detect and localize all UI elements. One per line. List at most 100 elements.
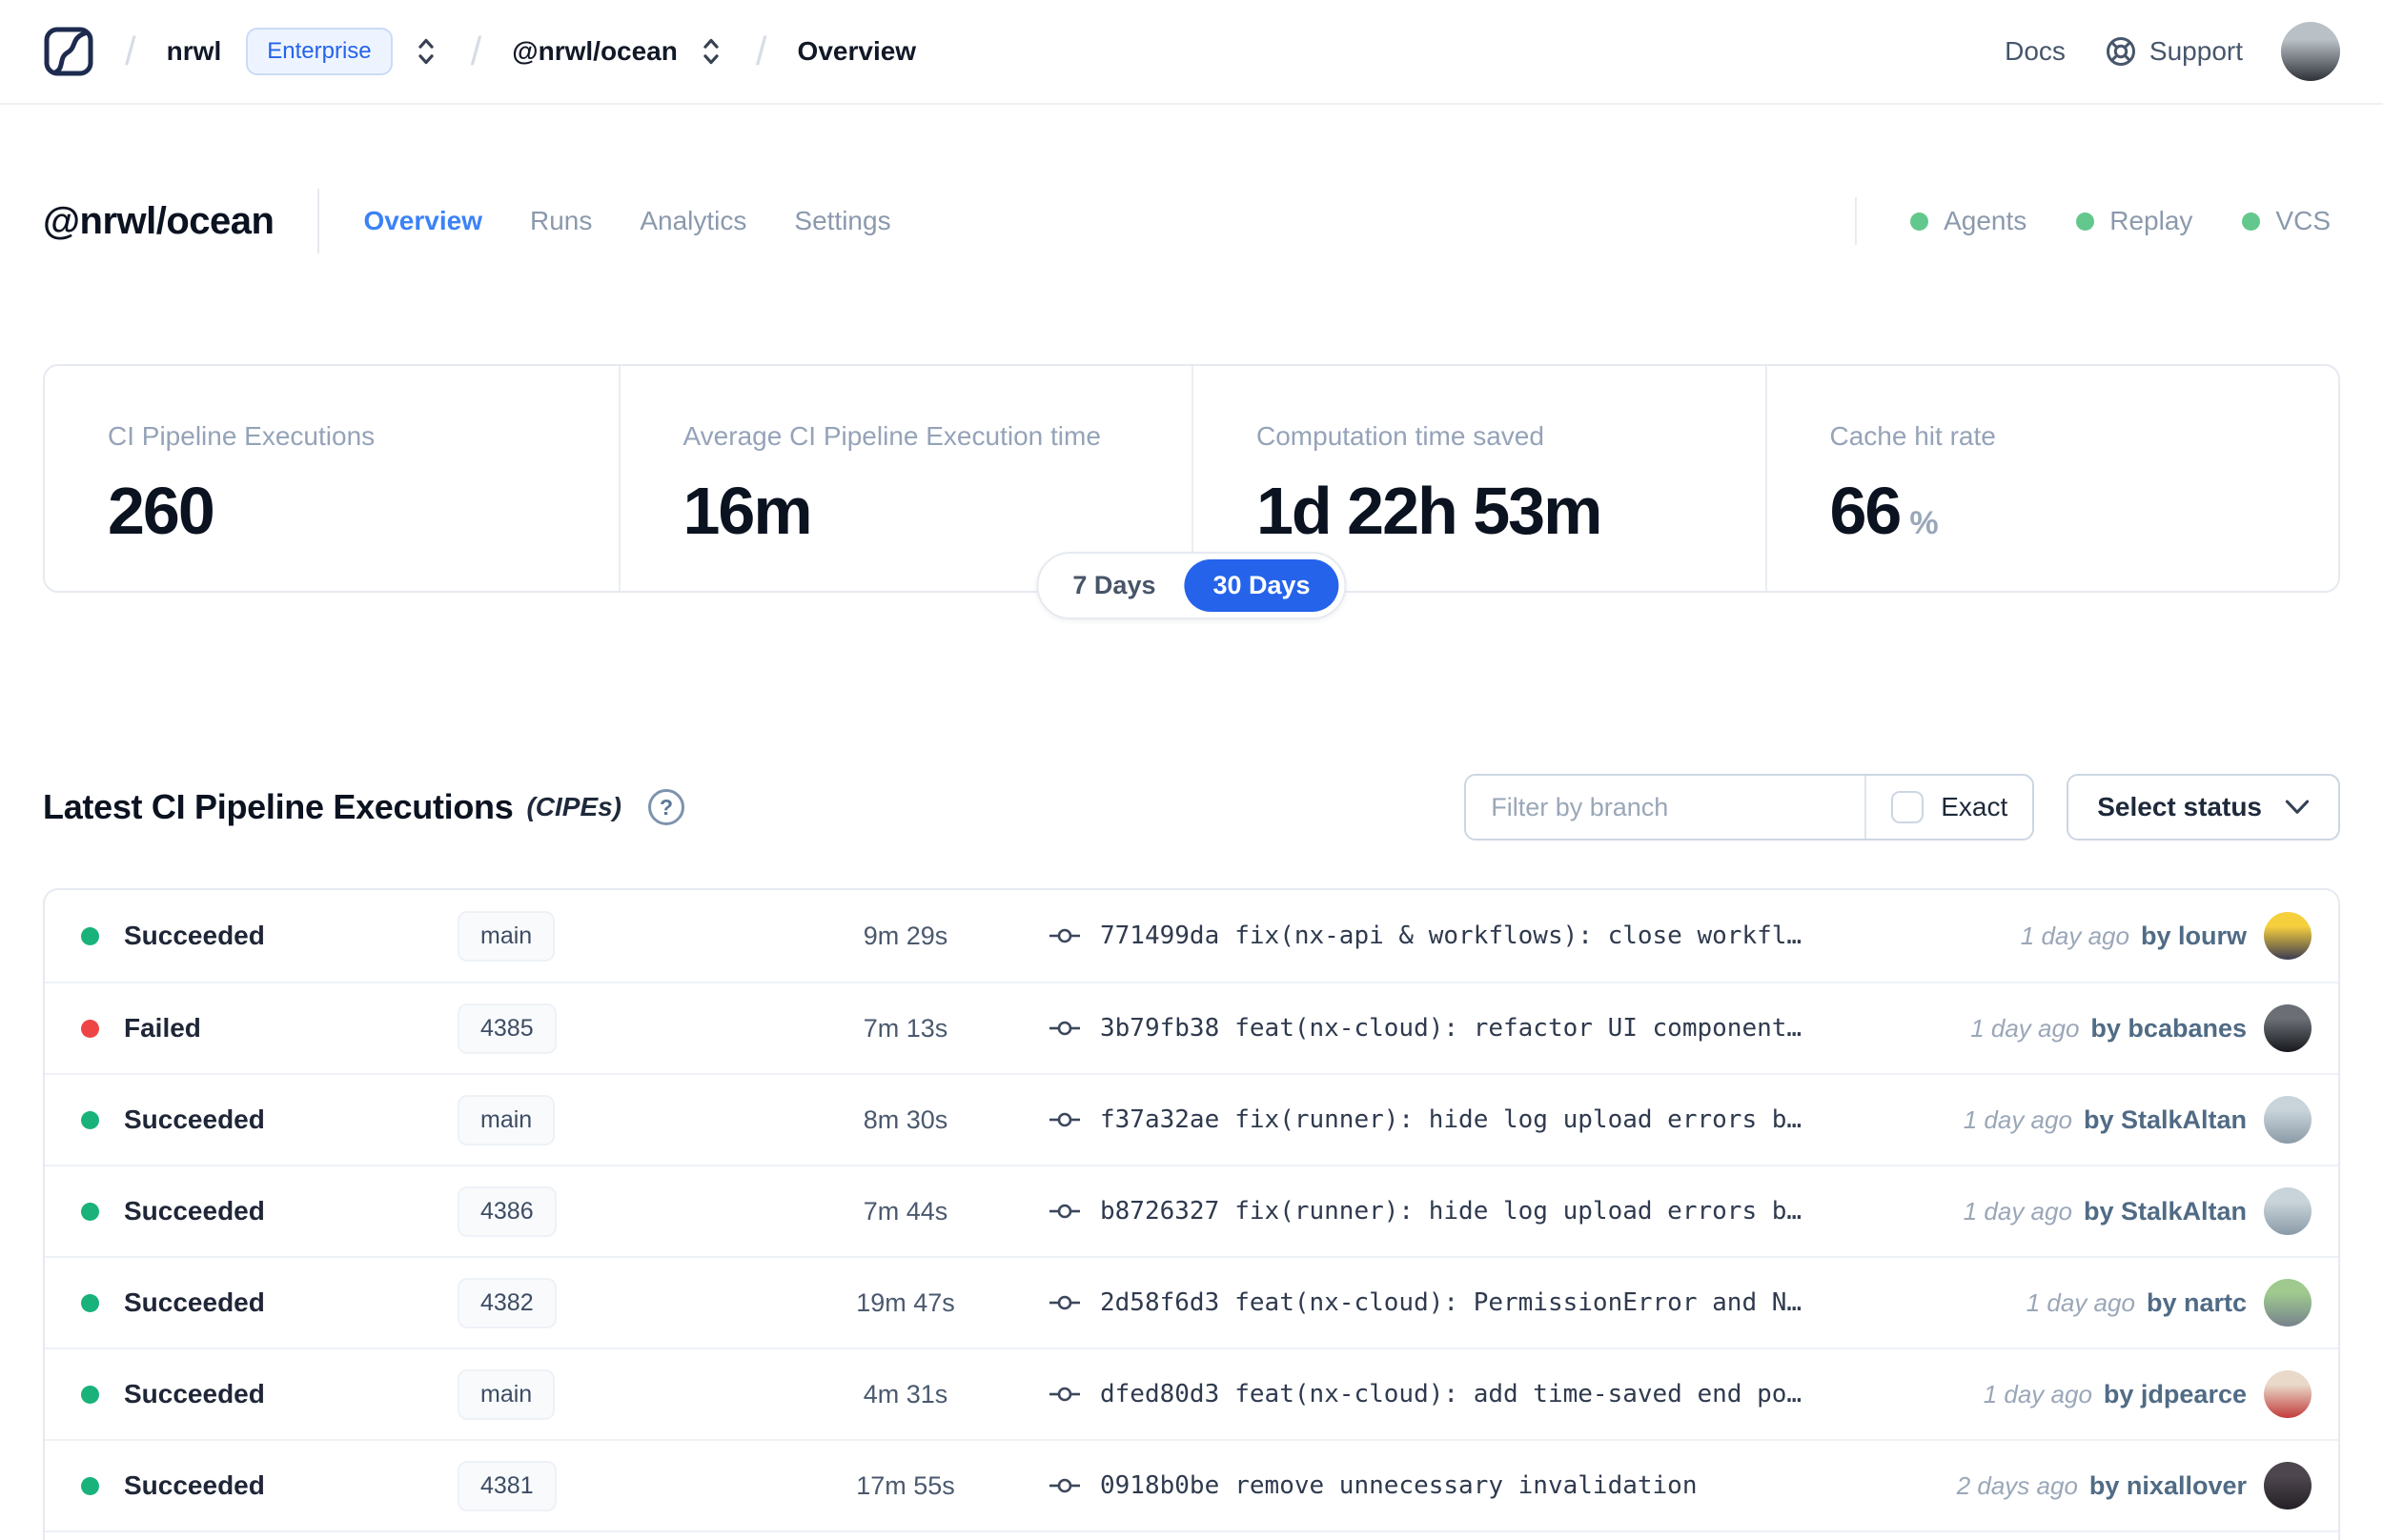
commit-message[interactable]: 771499da fix(nx-api & workflows): close w… xyxy=(1100,922,1802,950)
commit-message[interactable]: 0918b0be remove unnecessary invalidation xyxy=(1100,1471,1698,1500)
range-7-days[interactable]: 7 Days xyxy=(1044,559,1184,612)
cipe-author: by nartc xyxy=(2146,1287,2247,1317)
author-avatar xyxy=(2264,912,2312,960)
cipe-author: by StalkAltan xyxy=(2083,1196,2247,1226)
commit-message[interactable]: b8726327 fix(runner): hide log upload err… xyxy=(1100,1197,1802,1226)
cipe-status: Succeeded xyxy=(124,921,265,950)
branch-badge[interactable]: main xyxy=(458,910,556,962)
table-row[interactable]: Succeeded 4382 19m 47s 2d58f6d3 feat(nx-c… xyxy=(45,1256,2338,1348)
table-row[interactable]: Succeeded 4386 7m 44s b8726327 fix(runner… xyxy=(45,1165,2338,1256)
cipe-author: by bcabanes xyxy=(2090,1013,2247,1043)
git-commit-icon xyxy=(1049,1200,1081,1223)
breadcrumb-org[interactable]: nrwl xyxy=(167,36,222,67)
cipe-status: Succeeded xyxy=(124,1470,265,1500)
cipe-time: 1 day ago xyxy=(1983,1379,2092,1408)
cipe-author: by jdpearce xyxy=(2103,1379,2247,1408)
git-commit-icon xyxy=(1049,1291,1081,1314)
exact-toggle[interactable]: Exact xyxy=(1864,776,2032,839)
workspace-tabs: Overview Runs Analytics Settings xyxy=(363,206,890,236)
docs-link[interactable]: Docs xyxy=(2005,36,2066,67)
status-dot-icon xyxy=(2242,212,2261,231)
cipe-author: by StalkAltan xyxy=(2083,1104,2247,1134)
cipe-duration: 17m 55s xyxy=(856,1470,955,1500)
cipe-status: Succeeded xyxy=(124,1287,265,1317)
range-30-days[interactable]: 30 Days xyxy=(1184,559,1339,612)
table-row[interactable]: Succeeded 4381 17m 55s 0918b0be remove un… xyxy=(45,1439,2338,1530)
cipe-time: 1 day ago xyxy=(1963,1196,2072,1226)
branch-badge[interactable]: main xyxy=(458,1094,556,1145)
cipe-duration: 19m 47s xyxy=(856,1287,955,1317)
author-avatar xyxy=(2264,1004,2312,1052)
cipe-duration: 7m 13s xyxy=(863,1013,948,1043)
status-dot-icon xyxy=(81,1293,99,1312)
breadcrumb-slash: / xyxy=(125,29,136,73)
branch-badge[interactable]: main xyxy=(458,1368,556,1420)
cipe-author: by nixallover xyxy=(2088,1470,2247,1500)
cipe-time: 2 days ago xyxy=(1956,1470,2078,1500)
tab-settings[interactable]: Settings xyxy=(794,206,890,236)
support-link[interactable]: Support xyxy=(2104,34,2243,69)
feature-replay: Replay xyxy=(2076,206,2192,236)
chevron-down-icon xyxy=(2285,799,2310,816)
cipe-time: 1 day ago xyxy=(2020,921,2129,950)
lifebuoy-icon xyxy=(2104,34,2138,69)
cipes-section-header: Latest CI Pipeline Executions (CIPEs) ? … xyxy=(43,774,2340,841)
cipes-table: Succeeded main 9m 29s 771499da fix(nx-api… xyxy=(43,888,2340,1540)
help-icon[interactable]: ? xyxy=(648,789,685,825)
branch-badge[interactable]: 4381 xyxy=(458,1460,557,1511)
branch-badge[interactable]: 4386 xyxy=(458,1185,557,1237)
cipe-duration: 7m 44s xyxy=(863,1196,948,1226)
exact-checkbox[interactable] xyxy=(1891,791,1925,823)
table-row[interactable]: Succeeded main 9m 29s 771499da fix(nx-api… xyxy=(45,890,2338,982)
top-nav: / nrwl Enterprise / @nrwl/ocean / Overvi… xyxy=(0,0,2383,105)
git-commit-icon xyxy=(1049,1474,1081,1497)
author-avatar xyxy=(2264,1187,2312,1235)
status-dot-icon xyxy=(81,926,99,945)
status-select[interactable]: Select status xyxy=(2067,774,2340,841)
commit-message[interactable]: f37a32ae fix(runner): hide log upload err… xyxy=(1100,1105,1802,1134)
cipe-status: Succeeded xyxy=(124,1196,265,1226)
status-dot-icon xyxy=(2076,212,2095,231)
feature-status-list: Agents Replay VCS xyxy=(1855,197,2340,245)
tab-overview[interactable]: Overview xyxy=(363,206,482,236)
commit-message[interactable]: dfed80d3 feat(nx-cloud): add time-saved e… xyxy=(1100,1380,1802,1408)
cipe-time: 1 day ago xyxy=(2026,1287,2135,1317)
feature-agents: Agents xyxy=(1910,206,2027,236)
enterprise-badge: Enterprise xyxy=(246,28,393,75)
commit-message[interactable]: 2d58f6d3 feat(nx-cloud): PermissionError … xyxy=(1100,1288,1802,1317)
git-commit-icon xyxy=(1049,1017,1081,1040)
cipes-title: Latest CI Pipeline Executions xyxy=(43,787,514,826)
author-avatar xyxy=(2264,1279,2312,1327)
breadcrumb-slash: / xyxy=(755,29,767,73)
org-switcher-chevrons-icon[interactable] xyxy=(412,35,440,68)
cipe-time: 1 day ago xyxy=(1963,1104,2072,1134)
commit-message[interactable]: 3b79fb38 feat(nx-cloud): refactor UI comp… xyxy=(1100,1014,1802,1043)
stat-ci-executions: CI Pipeline Executions 260 xyxy=(108,421,376,548)
cipe-duration: 8m 30s xyxy=(863,1104,948,1134)
status-dot-icon xyxy=(81,1385,99,1404)
workspace-switcher-chevrons-icon[interactable] xyxy=(697,35,725,68)
user-avatar[interactable] xyxy=(2281,22,2340,81)
table-row[interactable]: Succeeded main 4m 31s dfed80d3 feat(nx-cl… xyxy=(45,1348,2338,1439)
cipe-duration: 4m 31s xyxy=(863,1379,948,1408)
cipe-status: Succeeded xyxy=(124,1379,265,1408)
table-row[interactable]: Succeeded main 8m 30s f37a32ae fix(runner… xyxy=(45,1073,2338,1165)
table-row-partial xyxy=(45,1530,2338,1540)
stats-cards: CI Pipeline Executions 260 Average CI Pi… xyxy=(43,364,2340,619)
nx-cloud-logo-icon[interactable] xyxy=(43,26,94,77)
git-commit-icon xyxy=(1049,924,1081,947)
cipe-status: Failed xyxy=(124,1013,201,1043)
branch-badge[interactable]: 4382 xyxy=(458,1277,557,1328)
breadcrumb-workspace[interactable]: @nrwl/ocean xyxy=(512,36,678,67)
page-title: @nrwl/ocean xyxy=(43,199,275,242)
divider xyxy=(1855,197,1858,245)
branch-filter-input[interactable] xyxy=(1466,776,1865,839)
tab-runs[interactable]: Runs xyxy=(530,206,592,236)
breadcrumb-slash: / xyxy=(470,29,482,73)
cipes-subtitle: (CIPEs) xyxy=(526,792,622,821)
divider xyxy=(317,189,320,253)
table-row[interactable]: Failed 4385 7m 13s 3b79fb38 feat(nx-cloud… xyxy=(45,982,2338,1073)
tab-analytics[interactable]: Analytics xyxy=(640,206,746,236)
status-dot-icon xyxy=(81,1202,99,1221)
branch-badge[interactable]: 4385 xyxy=(458,1003,557,1054)
